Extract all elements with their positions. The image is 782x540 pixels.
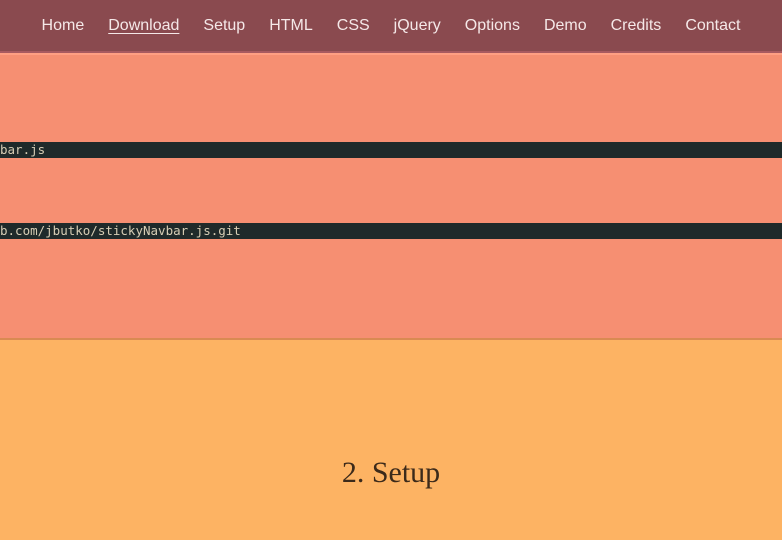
nav-link-credits[interactable]: Credits (599, 0, 674, 52)
nav-item-options[interactable]: Options (453, 0, 532, 52)
nav-link-setup[interactable]: Setup (191, 0, 257, 52)
nav-link-options[interactable]: Options (453, 0, 532, 52)
nav-link-jquery[interactable]: jQuery (382, 0, 453, 52)
nav-list: Home Download Setup HTML CSS jQuery Opti… (30, 0, 753, 52)
code-block-git: b.com/jbutko/stickyNavbar.js.git (0, 223, 782, 239)
nav-item-credits[interactable]: Credits (599, 0, 674, 52)
nav-link-css[interactable]: CSS (325, 0, 382, 52)
section-setup: 2. Setup (0, 338, 782, 540)
section-download: bar.js b.com/jbutko/stickyNavbar.js.git (0, 53, 782, 338)
nav-item-setup[interactable]: Setup (191, 0, 257, 52)
nav-link-html[interactable]: HTML (257, 0, 325, 52)
nav-item-css[interactable]: CSS (325, 0, 382, 52)
navbar: Home Download Setup HTML CSS jQuery Opti… (0, 0, 782, 53)
nav-item-contact[interactable]: Contact (673, 0, 752, 52)
nav-item-demo[interactable]: Demo (532, 0, 599, 52)
nav-item-html[interactable]: HTML (257, 0, 325, 52)
code-block-bower: bar.js (0, 142, 782, 158)
nav-link-download[interactable]: Download (96, 0, 191, 52)
nav-item-download[interactable]: Download (96, 0, 191, 52)
nav-link-demo[interactable]: Demo (532, 0, 599, 52)
nav-item-jquery[interactable]: jQuery (382, 0, 453, 52)
nav-item-home[interactable]: Home (30, 0, 97, 52)
setup-heading: 2. Setup (0, 456, 782, 490)
nav-link-contact[interactable]: Contact (673, 0, 752, 52)
nav-link-home[interactable]: Home (30, 0, 97, 52)
